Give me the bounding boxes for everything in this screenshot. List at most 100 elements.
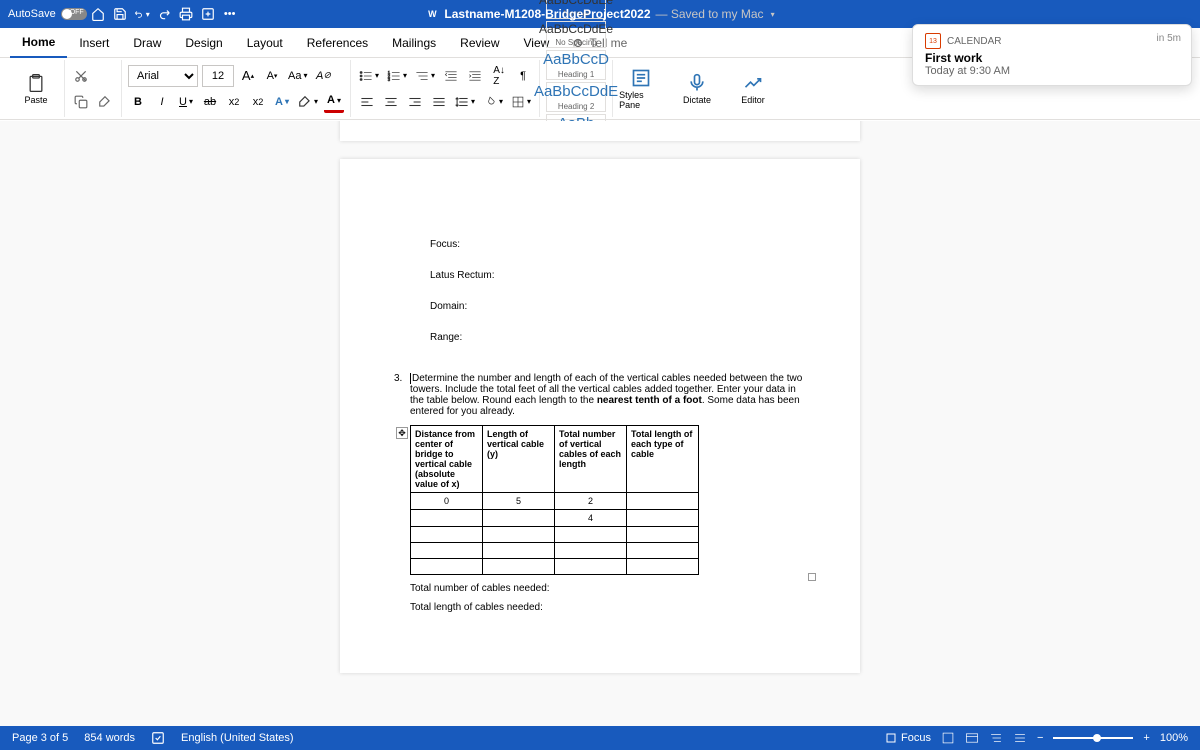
- page-current[interactable]: Focus: Latus Rectum: Domain: Range: 3. D…: [340, 159, 860, 673]
- table-row[interactable]: [411, 543, 699, 559]
- undo-icon[interactable]: ▾: [134, 6, 150, 22]
- justify-icon[interactable]: [429, 91, 449, 113]
- clear-format-icon[interactable]: A⊘: [313, 65, 333, 87]
- underline-button[interactable]: U▾: [176, 91, 196, 113]
- table-cell[interactable]: [627, 527, 699, 543]
- save-icon[interactable]: [112, 6, 128, 22]
- table-cell[interactable]: [411, 527, 483, 543]
- multilevel-list-icon[interactable]: ▾: [413, 65, 437, 87]
- view-print-icon[interactable]: [941, 731, 955, 745]
- page-indicator[interactable]: Page 3 of 5: [12, 732, 68, 744]
- table-cell[interactable]: 5: [483, 493, 555, 510]
- tab-mailings[interactable]: Mailings: [380, 28, 448, 58]
- increase-indent-icon[interactable]: [465, 65, 485, 87]
- strikethrough-button[interactable]: ab: [200, 91, 220, 113]
- table-row[interactable]: 052: [411, 493, 699, 510]
- table-row[interactable]: [411, 559, 699, 575]
- table-cell[interactable]: [483, 510, 555, 527]
- table-row[interactable]: 4: [411, 510, 699, 527]
- tab-layout[interactable]: Layout: [235, 28, 295, 58]
- shading-icon[interactable]: ▾: [481, 91, 505, 113]
- document-canvas[interactable]: Focus: Latus Rectum: Domain: Range: 3. D…: [0, 121, 1200, 726]
- spell-check-icon[interactable]: [151, 731, 165, 745]
- style-heading-2[interactable]: AaBbCcDdEHeading 2: [546, 82, 606, 112]
- copy-icon[interactable]: [71, 91, 91, 113]
- zoom-out-button[interactable]: −: [1037, 732, 1043, 744]
- table-cell[interactable]: [627, 543, 699, 559]
- editor-button[interactable]: Editor: [731, 65, 775, 113]
- share-icon[interactable]: [200, 6, 216, 22]
- total-length[interactable]: Total length of cables needed:: [410, 602, 810, 613]
- tab-draw[interactable]: Draw: [121, 28, 173, 58]
- tab-design[interactable]: Design: [173, 28, 234, 58]
- view-draft-icon[interactable]: [1013, 731, 1027, 745]
- font-size-input[interactable]: [202, 65, 234, 87]
- zoom-slider[interactable]: [1053, 737, 1133, 739]
- superscript-button[interactable]: x2: [248, 91, 268, 113]
- table-cell[interactable]: [555, 527, 627, 543]
- field-range[interactable]: Range:: [390, 332, 810, 343]
- table-cell[interactable]: [411, 510, 483, 527]
- decrease-indent-icon[interactable]: [441, 65, 461, 87]
- table-header[interactable]: Distance from center of bridge to vertic…: [411, 426, 483, 493]
- sort-icon[interactable]: A↓Z: [489, 65, 509, 87]
- table-move-handle[interactable]: ✥: [396, 427, 408, 439]
- word-count[interactable]: 854 words: [84, 732, 135, 744]
- styles-pane-button[interactable]: Styles Pane: [619, 65, 663, 113]
- table-header[interactable]: Total length of each type of cable: [627, 426, 699, 493]
- redo-icon[interactable]: [156, 6, 172, 22]
- text-effects-icon[interactable]: A▾: [272, 91, 292, 113]
- view-outline-icon[interactable]: [989, 731, 1003, 745]
- font-color-icon[interactable]: A▾: [324, 91, 344, 113]
- borders-icon[interactable]: ▾: [509, 91, 533, 113]
- more-icon[interactable]: •••: [222, 6, 238, 22]
- document-title[interactable]: W Lastname-M1208-BridgeProject2022 — Sav…: [425, 7, 774, 21]
- table-cell[interactable]: [627, 559, 699, 575]
- table-cell[interactable]: [555, 543, 627, 559]
- table-cell[interactable]: [555, 559, 627, 575]
- field-focus[interactable]: Focus:: [390, 239, 810, 250]
- style-no-spacing[interactable]: AaBbCcDdEeNo Spacing: [546, 21, 606, 48]
- bold-button[interactable]: B: [128, 91, 148, 113]
- align-left-icon[interactable]: [357, 91, 377, 113]
- subscript-button[interactable]: x2: [224, 91, 244, 113]
- home-icon[interactable]: [90, 6, 106, 22]
- highlight-icon[interactable]: ▾: [296, 91, 320, 113]
- data-table[interactable]: Distance from center of bridge to vertic…: [410, 425, 699, 575]
- align-center-icon[interactable]: [381, 91, 401, 113]
- field-domain[interactable]: Domain:: [390, 301, 810, 312]
- tab-home[interactable]: Home: [10, 28, 67, 58]
- table-cell[interactable]: 4: [555, 510, 627, 527]
- italic-button[interactable]: I: [152, 91, 172, 113]
- change-case-icon[interactable]: Aa▾: [286, 65, 309, 87]
- line-spacing-icon[interactable]: ▾: [453, 91, 477, 113]
- table-cell[interactable]: [627, 493, 699, 510]
- numbering-icon[interactable]: 123▾: [385, 65, 409, 87]
- zoom-level[interactable]: 100%: [1160, 732, 1188, 744]
- table-header[interactable]: Length of vertical cable (y): [483, 426, 555, 493]
- table-header[interactable]: Total number of vertical cables of each …: [555, 426, 627, 493]
- table-resize-handle[interactable]: [808, 573, 816, 581]
- table-cell[interactable]: 0: [411, 493, 483, 510]
- total-cables[interactable]: Total number of cables needed:: [410, 583, 810, 594]
- dictate-button[interactable]: Dictate: [675, 65, 719, 113]
- table-cell[interactable]: [411, 559, 483, 575]
- table-cell[interactable]: [483, 543, 555, 559]
- question-3[interactable]: 3. Determine the number and length of ea…: [390, 373, 810, 613]
- bullets-icon[interactable]: ▾: [357, 65, 381, 87]
- shrink-font-icon[interactable]: A▾: [262, 65, 282, 87]
- format-painter-icon[interactable]: [95, 91, 115, 113]
- font-family-select[interactable]: Arial: [128, 65, 198, 87]
- paste-button[interactable]: Paste: [14, 65, 58, 113]
- tab-references[interactable]: References: [295, 28, 380, 58]
- zoom-in-button[interactable]: +: [1143, 732, 1149, 744]
- table-cell[interactable]: [483, 527, 555, 543]
- table-cell[interactable]: [483, 559, 555, 575]
- focus-mode-button[interactable]: Focus: [885, 732, 931, 744]
- print-icon[interactable]: [178, 6, 194, 22]
- table-cell[interactable]: [411, 543, 483, 559]
- tab-review[interactable]: Review: [448, 28, 511, 58]
- grow-font-icon[interactable]: A▴: [238, 65, 258, 87]
- style-heading-1[interactable]: AaBbCcDHeading 1: [546, 50, 606, 80]
- field-latus[interactable]: Latus Rectum:: [390, 270, 810, 281]
